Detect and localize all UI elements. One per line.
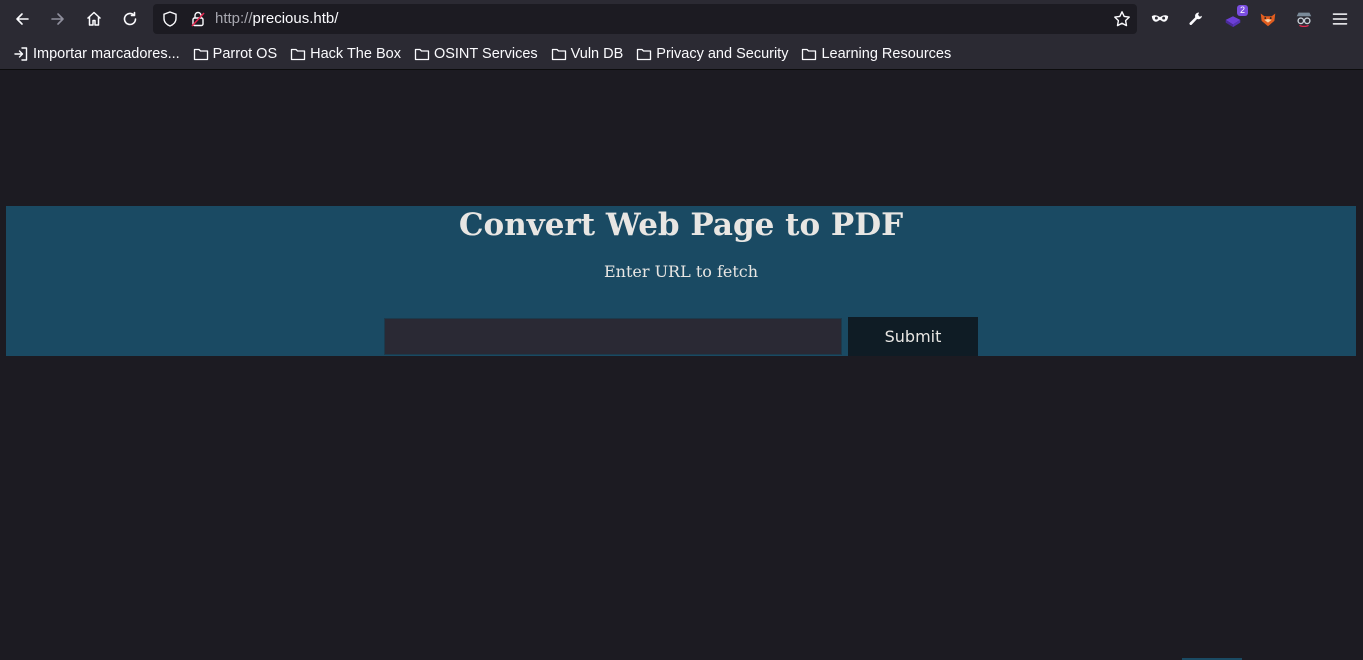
home-icon <box>86 11 102 26</box>
bookmark-folder-hack-the-box[interactable]: Hack The Box <box>285 42 406 66</box>
bookmark-label: Importar marcadores... <box>33 45 180 62</box>
bookmarks-toolbar: Importar marcadores... Parrot OS Hack Th… <box>0 38 1363 70</box>
fox-extension-icon <box>1260 13 1276 27</box>
import-icon <box>14 46 28 61</box>
bookmark-label: Learning Resources <box>821 45 952 62</box>
purple-extension[interactable]: 2 <box>1222 5 1248 30</box>
mask-icon <box>1151 15 1169 22</box>
bookmark-import[interactable]: Importar marcadores... <box>8 42 185 66</box>
url-text[interactable]: http://precious.htb/ <box>215 10 338 28</box>
arrow-right-icon <box>51 13 64 25</box>
folder-icon <box>551 48 566 60</box>
reload-icon <box>123 11 137 26</box>
bookmark-folder-parrot-os[interactable]: Parrot OS <box>188 42 282 66</box>
url-scheme: http:// <box>215 10 253 27</box>
private-mask-extension[interactable] <box>1149 8 1171 30</box>
bookmark-label: Vuln DB <box>570 45 624 62</box>
page-title: Convert Web Page to PDF <box>458 207 904 243</box>
folder-icon <box>193 48 208 60</box>
insecure-lock-icon[interactable] <box>189 10 207 28</box>
hamburger-menu-icon <box>1332 13 1348 25</box>
bookmark-folder-learning-resources[interactable]: Learning Resources <box>796 42 956 66</box>
spy-extension[interactable] <box>1293 8 1315 30</box>
wrench-icon <box>1189 12 1202 25</box>
url-input[interactable] <box>384 318 842 355</box>
reload-button[interactable] <box>115 4 145 34</box>
home-button[interactable] <box>79 4 109 34</box>
shield-icon[interactable] <box>161 10 179 28</box>
back-button[interactable] <box>7 4 37 34</box>
url-bar[interactable]: http://precious.htb/ <box>153 4 1137 34</box>
bookmark-folder-vuln-db[interactable]: Vuln DB <box>546 42 629 66</box>
bookmark-label: Privacy and Security <box>656 45 789 62</box>
folder-icon <box>290 48 306 60</box>
browser-toolbar: http://precious.htb/ 2 <box>0 0 1363 38</box>
bookmark-label: Hack The Box <box>310 45 401 62</box>
star-bookmark-icon[interactable] <box>1113 10 1131 28</box>
folder-icon <box>414 48 430 60</box>
spy-extension-icon <box>1296 12 1312 28</box>
url-prompt-label: Enter URL to fetch <box>603 262 759 281</box>
app-menu-button[interactable] <box>1329 8 1351 30</box>
wrench-extension[interactable] <box>1185 8 1207 30</box>
bookmark-label: OSINT Services <box>433 45 538 62</box>
submit-button[interactable]: Submit <box>848 317 978 356</box>
page-content: Convert Web Page to PDF Enter URL to fet… <box>0 71 1363 660</box>
folder-icon <box>637 48 652 60</box>
url-host: precious.htb/ <box>252 10 339 27</box>
bookmark-folder-privacy-and-security[interactable]: Privacy and Security <box>631 42 793 66</box>
bookmark-folder-osint-services[interactable]: OSINT Services <box>409 42 543 66</box>
forward-button[interactable] <box>43 4 73 34</box>
folder-icon <box>802 48 817 60</box>
bookmark-label: Parrot OS <box>212 45 278 62</box>
arrow-left-icon <box>16 13 29 25</box>
fox-extension[interactable] <box>1257 8 1279 30</box>
extension-badge: 2 <box>1236 5 1248 16</box>
convert-form-banner: Convert Web Page to PDF Enter URL to fet… <box>6 206 1356 356</box>
